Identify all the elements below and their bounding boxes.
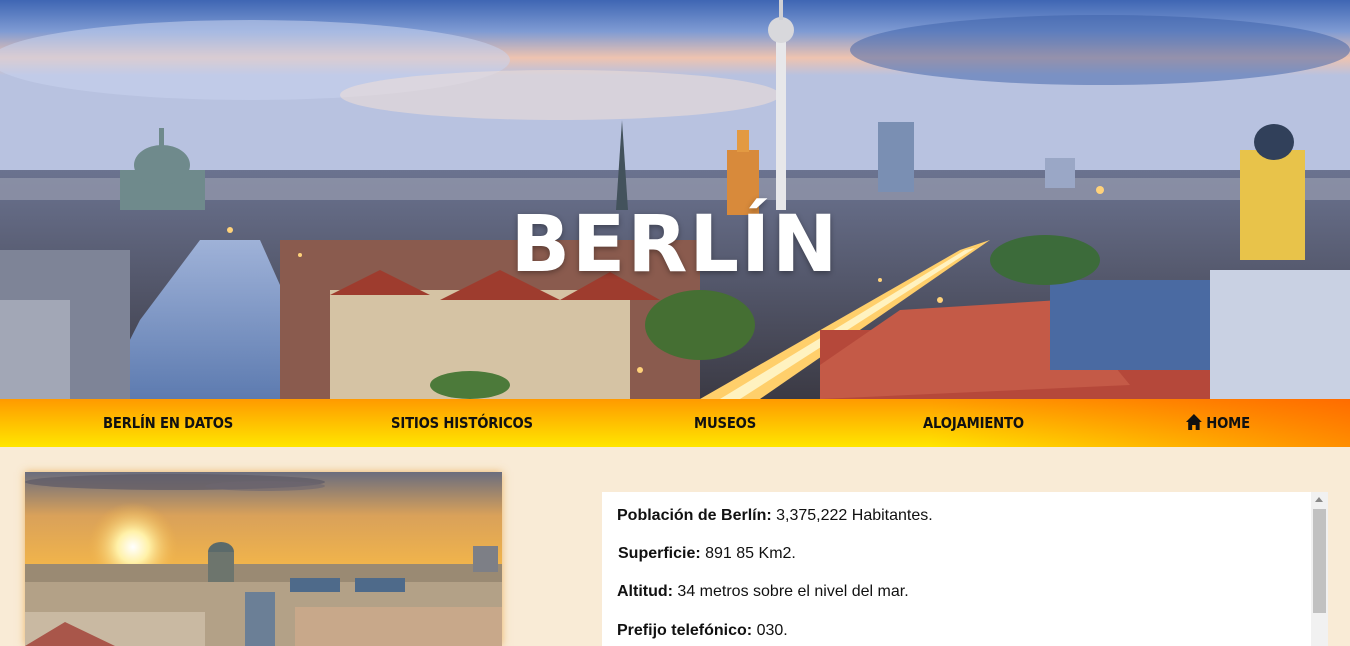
berlin-facts-panel[interactable]: Población de Berlín: 3,375,222 Habitante… — [602, 492, 1328, 646]
nav-item-label: BERLÍN EN DATOS — [103, 414, 234, 432]
nav-item-museos[interactable]: MUSEOS — [694, 399, 756, 447]
page-title: BERLÍN — [510, 200, 840, 290]
nav-item-label: ALOJAMIENTO — [923, 414, 1024, 432]
home-icon — [1186, 414, 1202, 430]
fact-superficie: Superficie: 891 85 Km2. — [618, 545, 796, 563]
berlin-sunset-photo — [25, 472, 502, 646]
scroll-thumb[interactable] — [1313, 509, 1326, 613]
nav-item-label: HOME — [1206, 414, 1250, 432]
fact-prefijo: Prefijo telefónico: 030. — [617, 622, 788, 640]
fact-label: Prefijo telefónico: — [617, 622, 753, 639]
fact-label: Población de Berlín: — [617, 507, 772, 524]
scroll-up-arrow-icon[interactable] — [1315, 497, 1323, 502]
nav-item-berlin-en-datos[interactable]: BERLÍN EN DATOS — [103, 399, 233, 447]
fact-altitud: Altitud: 34 metros sobre el nivel del ma… — [617, 583, 909, 601]
nav-item-sitios-historicos[interactable]: SITIOS HISTÓRICOS — [391, 399, 533, 447]
vertical-scrollbar[interactable] — [1311, 492, 1328, 646]
fact-label: Superficie: — [618, 545, 701, 562]
nav-item-label: MUSEOS — [694, 414, 757, 432]
hero-banner: BERLÍN — [0, 0, 1350, 399]
fact-value: 3,375,222 Habitantes. — [771, 507, 933, 524]
fact-value: 891 85 Km2. — [700, 545, 796, 562]
fact-value: 34 metros sobre el nivel del mar. — [672, 583, 909, 600]
nav-item-alojamiento[interactable]: ALOJAMIENTO — [923, 399, 1024, 447]
nav-item-home[interactable]: HOME — [1186, 399, 1250, 447]
fact-poblacion: Población de Berlín: 3,375,222 Habitante… — [617, 507, 933, 525]
fact-label: Altitud: — [617, 583, 673, 600]
fact-value: 030. — [752, 622, 788, 639]
main-nav: BERLÍN EN DATOS SITIOS HISTÓRICOS MUSEOS… — [0, 399, 1350, 447]
nav-item-label: SITIOS HISTÓRICOS — [391, 414, 533, 432]
